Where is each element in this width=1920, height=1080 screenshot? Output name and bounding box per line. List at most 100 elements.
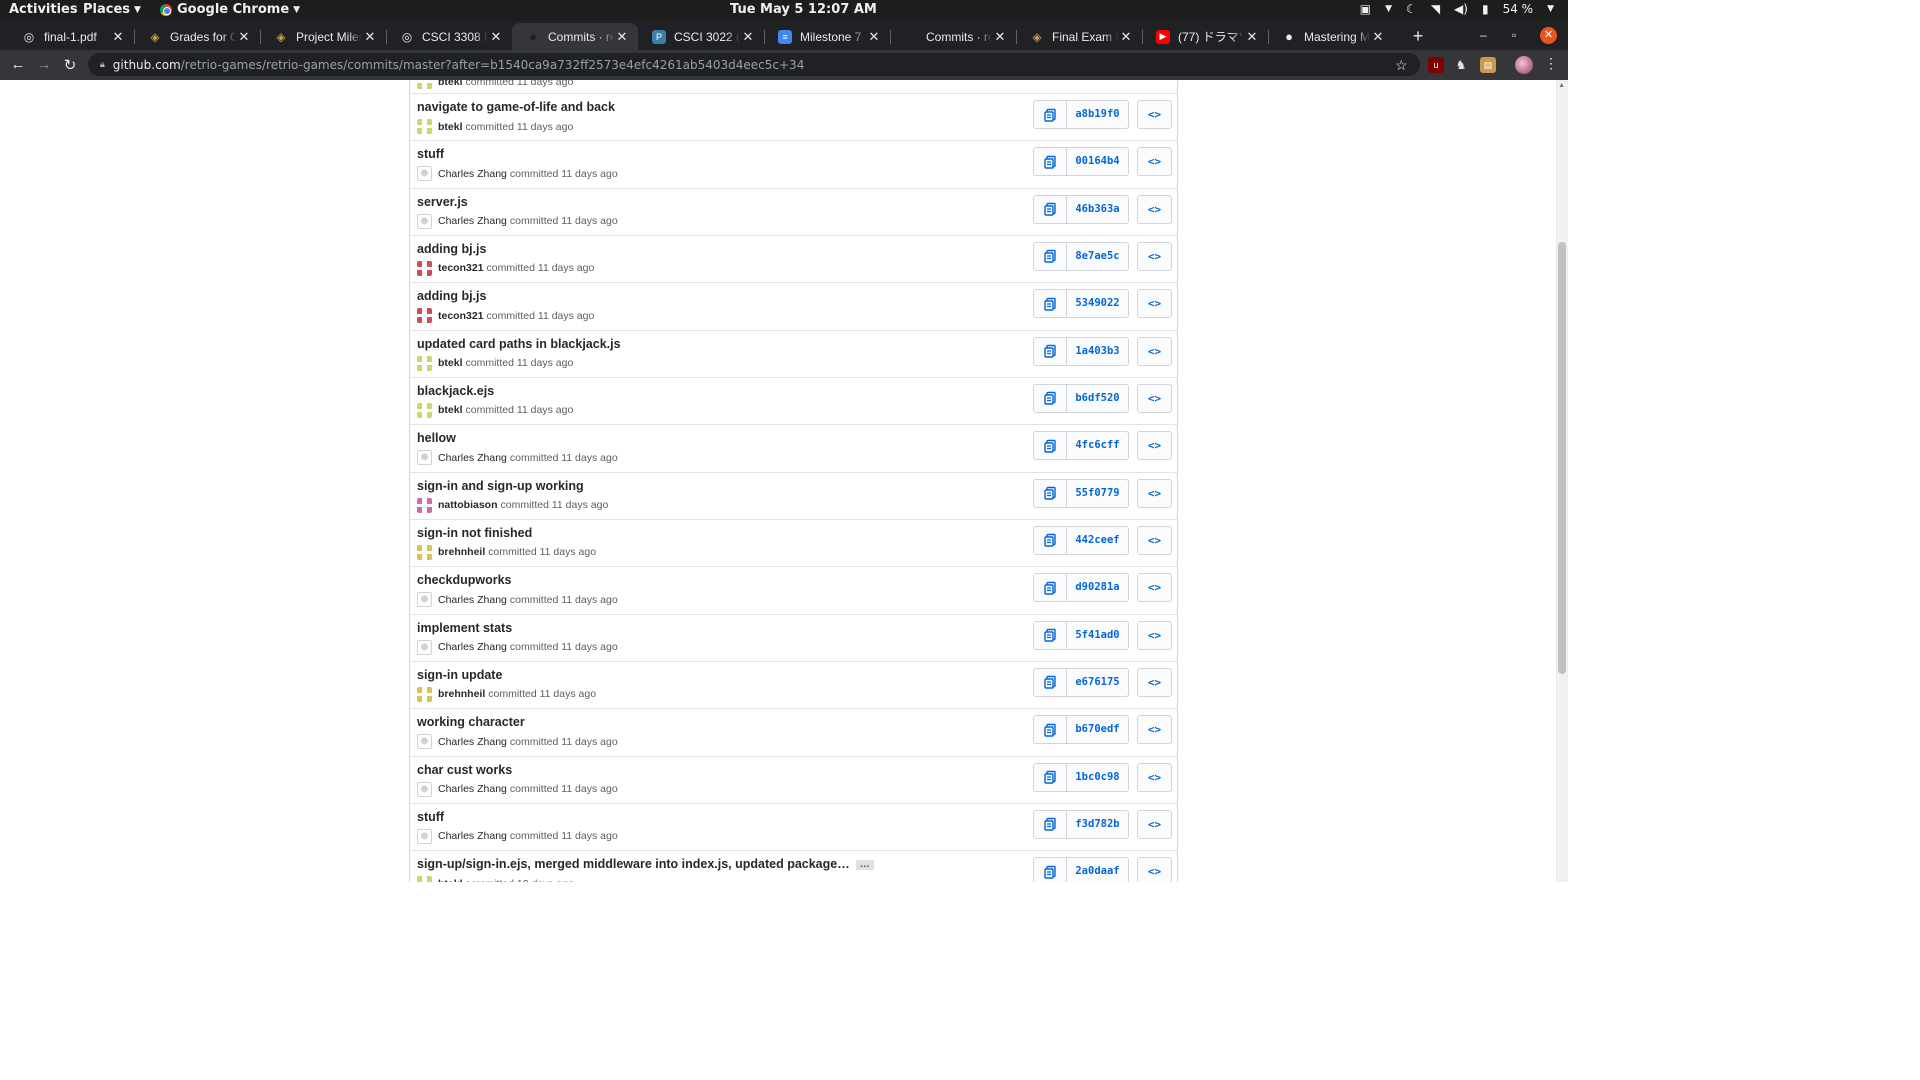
commit-message-link[interactable]: server.js (417, 195, 468, 209)
copy-sha-button[interactable] (1034, 432, 1067, 460)
commit-message-link[interactable]: stuff (417, 147, 444, 161)
author-name[interactable]: Charles Zhang (438, 594, 507, 606)
copy-sha-button[interactable] (1034, 337, 1067, 365)
author-name[interactable]: nattobiason (438, 499, 498, 511)
new-tab-plus-icon[interactable]: + (1409, 26, 1427, 47)
copy-sha-button[interactable] (1034, 858, 1067, 882)
author-name[interactable]: btekl (438, 80, 463, 88)
scrollbar-thumb[interactable] (1558, 242, 1566, 674)
commit-sha-link[interactable]: 8e7ae5c (1067, 243, 1128, 270)
commit-sha-link[interactable]: 5f41ad0 (1067, 622, 1128, 649)
ublock-extension-icon[interactable]: u (1428, 57, 1444, 73)
tab-close-icon[interactable]: ✕ (1244, 29, 1260, 45)
copy-sha-button[interactable] (1034, 195, 1067, 223)
address-bar[interactable]: 🔒︎ github.com/retrio-games/retrio-games/… (88, 53, 1420, 76)
copy-sha-button[interactable] (1034, 574, 1067, 602)
scroll-up-arrow-icon[interactable]: ▲ (1558, 82, 1565, 89)
browse-repo-button[interactable]: <> (1137, 762, 1172, 792)
browser-tab-5[interactable]: ● Commits · retrio-games ✕ (512, 23, 638, 50)
copy-sha-button[interactable] (1034, 242, 1067, 270)
tab-close-icon[interactable]: ✕ (992, 29, 1008, 45)
tab-close-icon[interactable]: ✕ (362, 29, 378, 45)
commit-message-link[interactable]: sign-in and sign-up working (417, 479, 584, 493)
browser-tab-10[interactable]: ▶ (77) ドラマツルギー ✕ (1142, 23, 1268, 50)
author-avatar[interactable] (417, 355, 432, 371)
places-menu[interactable]: Places ▼ (83, 2, 141, 17)
commit-sha-link[interactable]: 1a403b3 (1067, 338, 1128, 365)
back-arrow-icon[interactable]: ← (9, 56, 27, 73)
author-avatar[interactable] (417, 592, 432, 608)
commit-message-link[interactable]: checkdupworks (417, 573, 511, 587)
commit-message-link[interactable]: sign-in not finished (417, 526, 532, 540)
author-avatar[interactable] (417, 876, 432, 882)
copy-sha-button[interactable] (1034, 668, 1067, 696)
browser-tab-11[interactable]: ● Mastering Markdown ✕ (1268, 23, 1394, 50)
extension-icon[interactable]: ♞ (1453, 57, 1469, 73)
copy-sha-button[interactable] (1034, 526, 1067, 554)
author-name[interactable]: tecon321 (438, 262, 484, 274)
copy-sha-button[interactable] (1034, 716, 1067, 744)
window-close-icon[interactable]: ✕ (1540, 27, 1557, 44)
bookmark-star-icon[interactable]: ☆ (1395, 57, 1408, 74)
author-avatar[interactable] (417, 402, 432, 418)
author-avatar[interactable] (417, 544, 432, 560)
copy-sha-button[interactable] (1034, 763, 1067, 791)
tab-close-icon[interactable]: ✕ (236, 29, 252, 45)
tab-close-icon[interactable]: ✕ (1118, 29, 1134, 45)
author-name[interactable]: Charles Zhang (438, 830, 507, 842)
author-name[interactable]: Charles Zhang (438, 783, 507, 795)
author-name[interactable]: brehnheil (438, 546, 485, 558)
browse-repo-button[interactable]: <> (1137, 620, 1172, 650)
copy-sha-button[interactable] (1034, 290, 1067, 318)
author-avatar[interactable] (417, 166, 432, 182)
extension-icon[interactable]: ▤ (1480, 57, 1496, 73)
browse-repo-button[interactable]: <> (1137, 147, 1172, 177)
author-avatar[interactable] (417, 497, 432, 513)
commit-sha-link[interactable]: b6df520 (1067, 385, 1128, 412)
author-avatar[interactable] (417, 213, 432, 229)
commit-message-link[interactable]: stuff (417, 810, 444, 824)
author-name[interactable]: Charles Zhang (438, 641, 507, 653)
clock[interactable]: Tue May 5 12:07 AM (730, 2, 877, 17)
author-avatar[interactable] (417, 639, 432, 655)
author-name[interactable]: Charles Zhang (438, 452, 507, 464)
commit-message-link[interactable]: sign-up/sign-in.ejs, merged middleware i… (417, 857, 874, 871)
author-avatar[interactable] (417, 686, 432, 702)
commit-sha-link[interactable]: a8b19f0 (1067, 101, 1128, 128)
browser-tab-6[interactable]: P CSCI 3022 (76 unread) ✕ (638, 23, 764, 50)
browse-repo-button[interactable]: <> (1137, 809, 1172, 839)
author-name[interactable]: brehnheil (438, 688, 485, 700)
tab-close-icon[interactable]: ✕ (110, 29, 126, 45)
profile-avatar[interactable] (1515, 56, 1533, 74)
commit-sha-link[interactable]: 4fc6cff (1067, 432, 1128, 459)
browse-repo-button[interactable]: <> (1137, 667, 1172, 697)
commit-sha-link[interactable]: 2a0daaf (1067, 858, 1128, 882)
author-name[interactable]: Charles Zhang (438, 168, 507, 180)
tab-close-icon[interactable]: ✕ (1370, 29, 1386, 45)
reload-icon[interactable]: ↻ (61, 56, 79, 74)
scrollbar[interactable]: ▲ (1556, 80, 1568, 882)
tab-close-icon[interactable]: ✕ (488, 29, 504, 45)
author-name[interactable]: Charles Zhang (438, 215, 507, 227)
browser-tab-1[interactable]: ◎ final-1.pdf ✕ (8, 23, 134, 50)
commit-sha-link[interactable]: f3d782b (1067, 811, 1128, 838)
author-avatar[interactable] (417, 734, 432, 750)
browser-tab-9[interactable]: ◈ Final Exam Part ✕ (1016, 23, 1142, 50)
browser-tab-4[interactable]: ◎ CSCI 3308 Project ✕ (386, 23, 512, 50)
copy-sha-button[interactable] (1034, 479, 1067, 507)
maximize-icon[interactable]: ▫ (1512, 28, 1516, 42)
author-name[interactable]: tecon321 (438, 310, 484, 322)
author-avatar[interactable] (417, 828, 432, 844)
app-menu[interactable]: Google Chrome ▼ (160, 2, 300, 17)
author-avatar[interactable] (417, 450, 432, 466)
browse-repo-button[interactable]: <> (1137, 715, 1172, 745)
browse-repo-button[interactable]: <> (1137, 431, 1172, 461)
tab-close-icon[interactable]: ✕ (614, 29, 630, 45)
expand-message-button[interactable]: … (855, 859, 874, 870)
author-name[interactable]: btekl (438, 404, 463, 416)
tab-close-icon[interactable]: ✕ (740, 29, 756, 45)
commit-message-link[interactable]: char cust works (417, 763, 512, 777)
activities-button[interactable]: Activities (9, 2, 78, 17)
browse-repo-button[interactable]: <> (1137, 289, 1172, 319)
commit-message-link[interactable]: adding bj.js (417, 242, 486, 256)
